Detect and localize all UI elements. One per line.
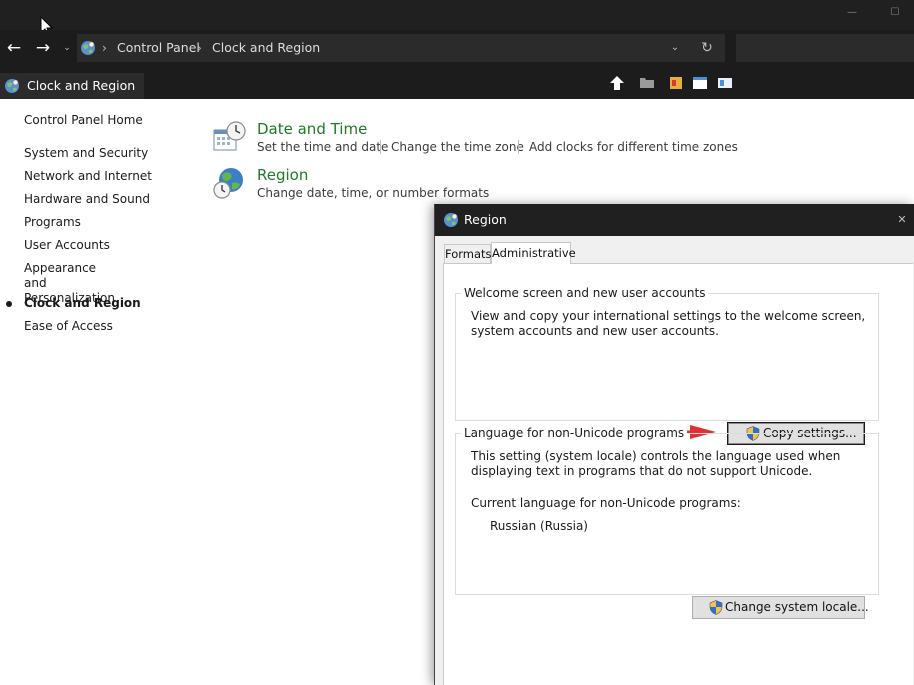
- sidebar-item-network-and-internet[interactable]: Network and Internet: [24, 169, 194, 184]
- link-separator: [518, 140, 519, 154]
- date-time-clock-icon: [213, 121, 246, 151]
- dialog-title: Region: [464, 212, 507, 227]
- non-unicode-legend: Language for non-Unicode programs: [461, 426, 688, 440]
- tab-label: Clock and Region: [27, 78, 136, 93]
- breadcrumb-control-panel[interactable]: Control Panel: [117, 39, 200, 57]
- control-panel-globe-icon: [5, 79, 19, 93]
- back-button[interactable]: ←: [4, 38, 24, 58]
- region-dialog: Region ✕ Formats Administrative Welcome …: [434, 204, 914, 685]
- window-icon[interactable]: [691, 75, 709, 91]
- tab-administrative[interactable]: Administrative: [491, 242, 576, 264]
- sidebar-item-clock-and-region[interactable]: Clock and Region: [24, 296, 194, 311]
- flag-icon[interactable]: [668, 75, 686, 91]
- minimize-button[interactable]: —: [845, 6, 859, 20]
- breadcrumb-separator: ›: [197, 41, 202, 55]
- change-system-locale-label: Change system locale...: [725, 600, 869, 614]
- panel-icon[interactable]: [716, 75, 734, 91]
- region-globe-icon: [444, 213, 458, 227]
- region-title[interactable]: Region: [257, 166, 308, 184]
- refresh-button[interactable]: ↻: [699, 39, 715, 57]
- breadcrumb-clock-and-region[interactable]: Clock and Region: [212, 39, 320, 57]
- dialog-close-button[interactable]: ✕: [895, 212, 909, 228]
- sidebar-item-hardware-and-sound[interactable]: Hardware and Sound: [24, 192, 194, 207]
- system-locale-description: This setting (system locale) controls th…: [471, 449, 841, 478]
- sidebar: Control Panel Home System and Security N…: [0, 99, 200, 685]
- maximize-button[interactable]: ☐: [888, 6, 902, 20]
- forward-button[interactable]: →: [33, 38, 53, 58]
- current-language-label: Current language for non-Unicode program…: [471, 496, 741, 510]
- sidebar-item-control-panel-home[interactable]: Control Panel Home: [24, 113, 194, 128]
- window-toolbar: Clock and Region: [0, 66, 914, 99]
- current-language-value: Russian (Russia): [490, 519, 588, 533]
- control-panel-globe-icon: [81, 41, 95, 55]
- address-bar-row: ← → ⌄ › Control Panel › Clock and Region…: [0, 30, 914, 66]
- sidebar-item-ease-of-access[interactable]: Ease of Access: [24, 319, 194, 334]
- up-arrow-icon[interactable]: [608, 75, 626, 91]
- address-dropdown-button[interactable]: ⌄: [667, 39, 683, 57]
- current-item-bullet: [6, 301, 12, 307]
- uac-shield-icon: [709, 600, 723, 615]
- dialog-titlebar[interactable]: Region ✕: [435, 204, 914, 236]
- sidebar-item-programs[interactable]: Programs: [24, 215, 194, 230]
- set-time-and-date-link[interactable]: Set the time and date: [257, 140, 388, 155]
- administrative-tab-panel: Welcome screen and new user accounts Vie…: [443, 263, 913, 685]
- breadcrumb-separator: ›: [102, 41, 107, 55]
- sidebar-item-user-accounts[interactable]: User Accounts: [24, 238, 194, 253]
- date-and-time-title[interactable]: Date and Time: [257, 120, 367, 138]
- folder-icon[interactable]: [638, 75, 656, 91]
- link-separator: [380, 140, 381, 154]
- window-titlebar: — ☐: [0, 0, 914, 30]
- change-system-locale-button[interactable]: Change system locale...: [692, 596, 869, 619]
- address-field[interactable]: › Control Panel › Clock and Region ⌄ ↻: [77, 34, 725, 62]
- region-globe-icon: [213, 168, 243, 199]
- sidebar-item-system-and-security[interactable]: System and Security: [24, 146, 194, 161]
- tab-formats[interactable]: Formats: [444, 244, 492, 264]
- welcome-screen-description: View and copy your international setting…: [471, 309, 866, 338]
- recent-locations-button[interactable]: ⌄: [61, 39, 73, 57]
- change-time-zone-link[interactable]: Change the time zone: [391, 140, 524, 155]
- welcome-screen-legend: Welcome screen and new user accounts: [461, 286, 709, 300]
- add-clocks-link[interactable]: Add clocks for different time zones: [529, 140, 738, 155]
- tab-clock-and-region[interactable]: Clock and Region: [0, 73, 144, 99]
- search-input[interactable]: [736, 34, 914, 62]
- change-formats-link[interactable]: Change date, time, or number formats: [257, 186, 489, 201]
